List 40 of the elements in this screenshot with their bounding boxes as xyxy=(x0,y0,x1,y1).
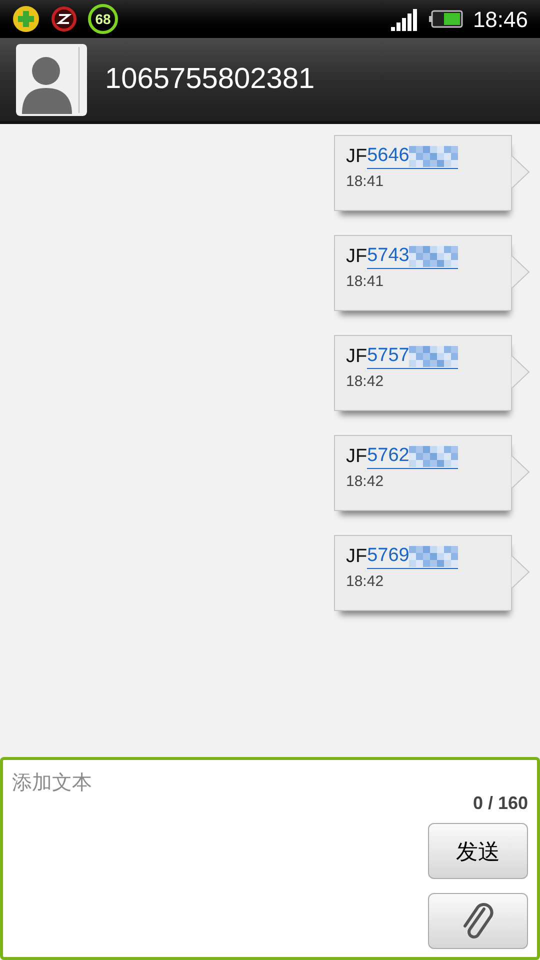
character-counter: 0 / 160 xyxy=(472,792,528,815)
message-bubble[interactable]: JF5762 18:42 xyxy=(334,435,512,511)
message-bubble[interactable]: JF5769 18:42 xyxy=(334,535,512,611)
message-time: 18:42 xyxy=(346,572,385,592)
message-time: 18:42 xyxy=(346,372,385,392)
bubble-tail-icon xyxy=(511,355,530,389)
message-time: 18:41 xyxy=(346,272,385,292)
message-link[interactable]: 5769 xyxy=(367,544,458,569)
message-link[interactable]: 5757 xyxy=(367,344,458,369)
message-link[interactable]: 5743 xyxy=(367,244,458,269)
attach-button[interactable] xyxy=(428,893,528,949)
bubble-tail-icon xyxy=(511,155,530,189)
battery-percent-badge: 68 xyxy=(88,4,118,34)
message-link[interactable]: 5762 xyxy=(367,444,458,469)
message-input[interactable]: 添加文本 xyxy=(12,766,428,800)
contact-number: 1065755802381 xyxy=(105,62,315,97)
message-text: JF xyxy=(346,244,368,268)
pixelated-redaction xyxy=(409,346,458,366)
message-text: JF xyxy=(346,444,368,468)
clock: 18:46 xyxy=(472,6,528,34)
message-link[interactable]: 5646 xyxy=(367,144,458,169)
pixelated-redaction xyxy=(409,446,458,466)
pixelated-redaction xyxy=(409,546,458,566)
bubble-tail-icon xyxy=(511,255,530,289)
message-text: JF xyxy=(346,544,368,568)
signal-icon xyxy=(390,7,419,31)
bubble-tail-icon xyxy=(511,555,530,589)
battery-icon xyxy=(428,10,463,28)
message-text: JF xyxy=(346,144,368,168)
message-bubble[interactable]: JF5757 18:42 xyxy=(334,335,512,411)
message-time: 18:42 xyxy=(346,472,385,492)
message-time: 18:41 xyxy=(346,172,385,192)
pixelated-redaction xyxy=(409,146,458,166)
pixelated-redaction xyxy=(409,246,458,266)
bubble-tail-icon xyxy=(511,455,530,489)
contact-avatar[interactable] xyxy=(16,44,87,116)
message-bubble[interactable]: JF5646 18:41 xyxy=(334,135,512,211)
message-text: JF xyxy=(346,344,368,368)
message-bubble[interactable]: JF5743 18:41 xyxy=(334,235,512,311)
send-button[interactable]: 发送 xyxy=(428,823,528,879)
